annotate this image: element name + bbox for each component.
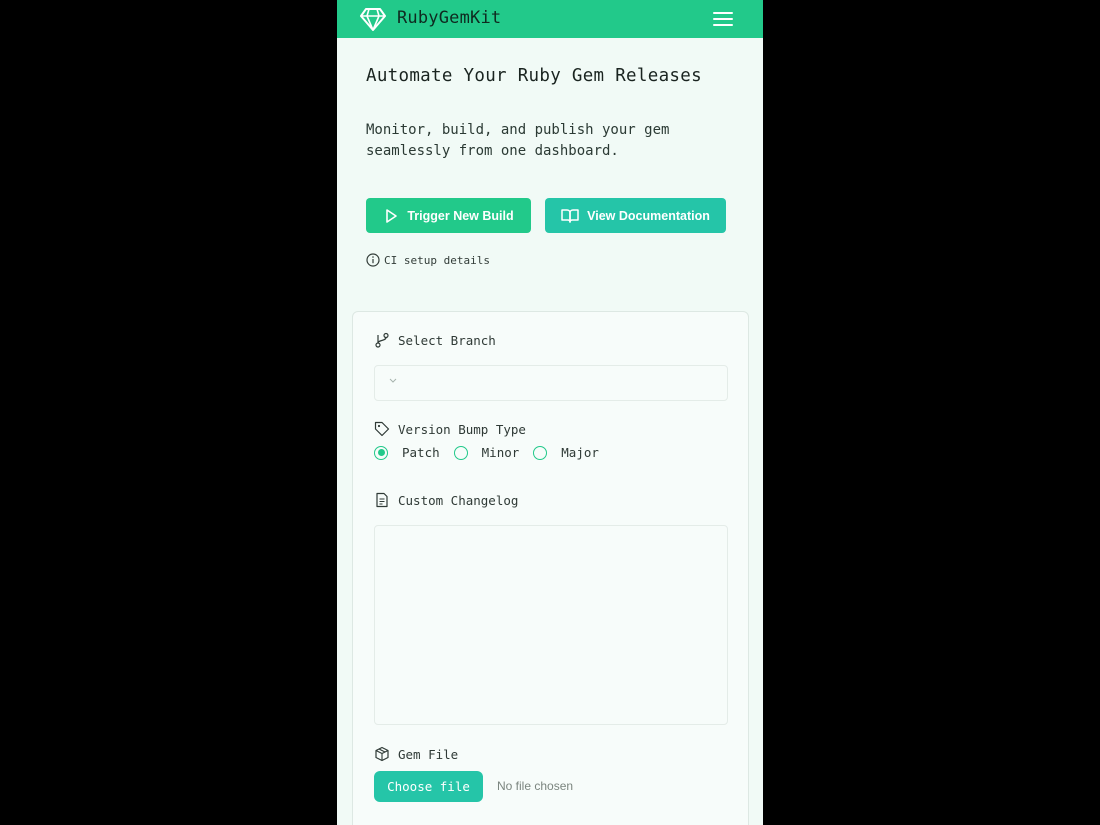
ci-setup-link[interactable]: CI setup details [366, 253, 490, 267]
git-branch-icon [375, 332, 389, 348]
version-bump-label: Version Bump Type [374, 421, 526, 437]
book-open-icon [561, 208, 579, 223]
tag-icon [374, 421, 390, 437]
ci-setup-label: CI setup details [384, 253, 490, 267]
app-viewport: RubyGemKit Automate Your Ruby Gem Releas… [337, 0, 763, 825]
branch-select[interactable] [374, 365, 728, 401]
top-nav-bar: RubyGemKit [337, 0, 763, 38]
play-icon [386, 208, 398, 223]
radio-patch-label[interactable]: Patch [402, 445, 440, 460]
package-icon [375, 746, 389, 762]
radio-major[interactable] [533, 445, 548, 460]
changelog-label: Custom Changelog [374, 492, 518, 508]
trigger-build-label: Trigger New Build [407, 208, 514, 223]
changelog-label-text: Custom Changelog [398, 492, 519, 508]
radio-major-label[interactable]: Major [561, 445, 599, 460]
hamburger-menu-icon[interactable] [713, 10, 733, 28]
radio-minor-label[interactable]: Minor [482, 445, 520, 460]
choose-file-button[interactable]: Choose file [374, 771, 483, 802]
branch-label-text: Select Branch [398, 332, 496, 348]
view-docs-button[interactable]: View Documentation [545, 198, 726, 233]
chevron-down-icon [389, 378, 397, 383]
radio-minor[interactable] [453, 445, 468, 460]
page-subtitle: Monitor, build, and publish your gem sea… [366, 122, 670, 159]
release-form-card: Select Branch Version Bump Type Patch Mi… [352, 311, 749, 825]
page-title: Automate Your Ruby Gem Releases [366, 66, 702, 86]
brand-name[interactable]: RubyGemKit [397, 8, 501, 28]
gem-file-label: Gem File [374, 746, 458, 762]
file-status-text: No file chosen [497, 779, 574, 793]
version-bump-label-text: Version Bump Type [398, 421, 526, 437]
diamond-icon [360, 8, 386, 31]
view-docs-label: View Documentation [587, 208, 710, 223]
gem-file-label-text: Gem File [398, 746, 459, 762]
changelog-textarea[interactable] [374, 525, 728, 725]
trigger-build-button[interactable]: Trigger New Build [366, 198, 531, 233]
version-bump-radio-group: Patch Minor Major [374, 445, 613, 460]
radio-patch[interactable] [374, 445, 388, 460]
branch-label: Select Branch [374, 332, 496, 348]
info-icon [366, 253, 380, 267]
file-text-icon [376, 492, 388, 508]
